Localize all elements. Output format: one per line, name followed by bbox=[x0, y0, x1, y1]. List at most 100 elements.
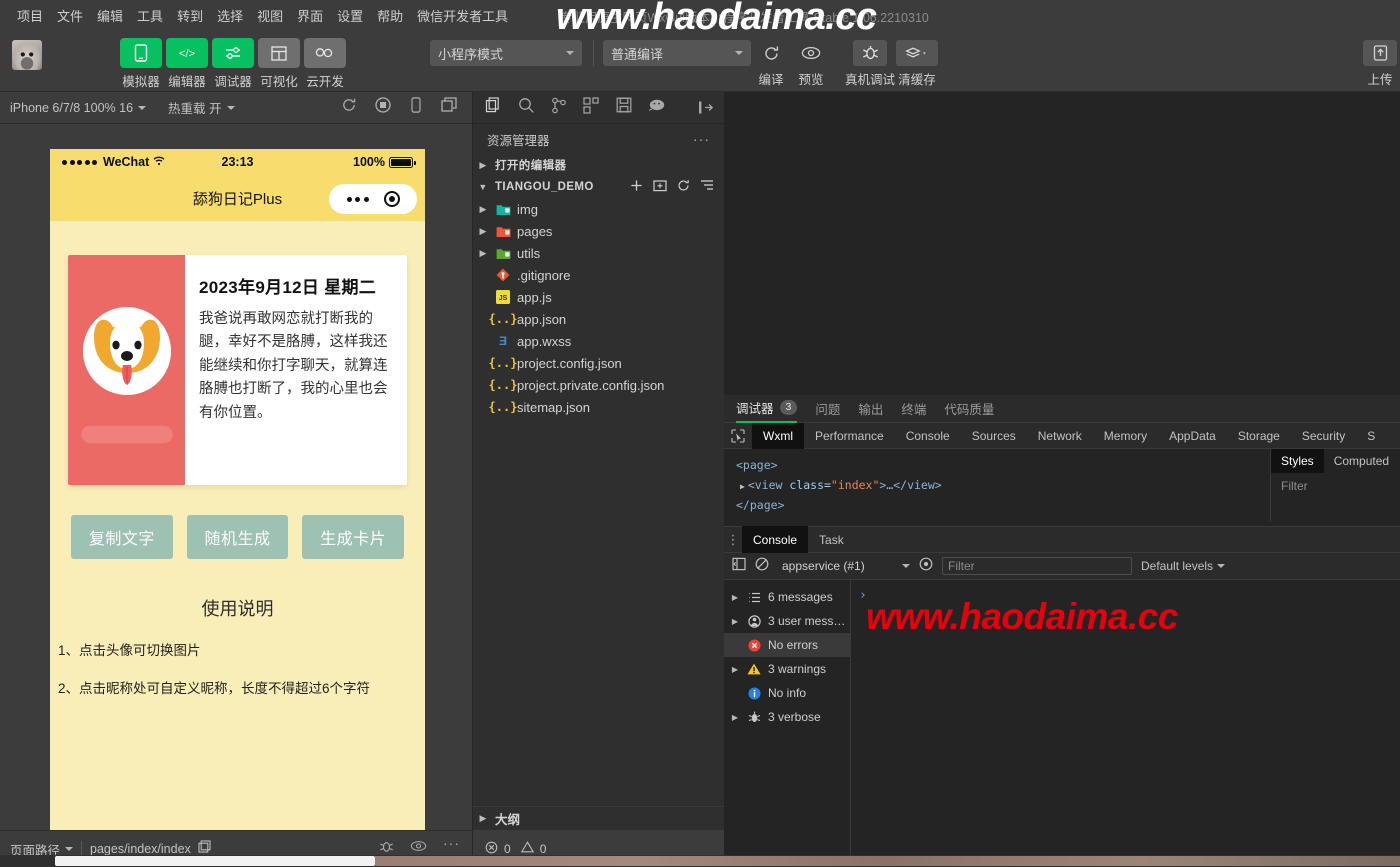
console-filter-row-0[interactable]: ▶ 6 messages bbox=[724, 585, 850, 609]
toolbtn-debugger[interactable]: 调试器 bbox=[212, 38, 254, 90]
source-control-icon[interactable] bbox=[551, 97, 567, 119]
menu-item-view[interactable]: 视图 bbox=[250, 2, 290, 29]
save-icon[interactable] bbox=[616, 97, 632, 118]
tree-item-pages[interactable]: ▶ pages bbox=[473, 220, 724, 242]
sim-windows-icon[interactable] bbox=[441, 97, 458, 118]
devtool-tab-appdata[interactable]: AppData bbox=[1158, 423, 1227, 449]
collapse-all-icon[interactable] bbox=[700, 179, 714, 195]
tree-item-utils[interactable]: ▶ utils bbox=[473, 242, 724, 264]
tab-console[interactable]: Console bbox=[742, 526, 809, 553]
bottom-scrollbar[interactable] bbox=[0, 855, 1400, 867]
console-context-select[interactable]: appservice (#1) bbox=[778, 559, 910, 573]
console-filter-row-5[interactable]: ▶ 3 verbose bbox=[724, 705, 850, 729]
console-filter-row-4[interactable]: No info bbox=[724, 681, 850, 705]
tab-task[interactable]: Task bbox=[808, 526, 855, 553]
close-target-icon[interactable] bbox=[383, 191, 400, 207]
menu-item-ui[interactable]: 界面 bbox=[290, 2, 330, 29]
toolbtn-cloud[interactable]: 云开发 bbox=[304, 38, 346, 90]
open-editors-section[interactable]: ▶ 打开的编辑器 bbox=[473, 154, 724, 176]
toolbtn-editor[interactable]: </> 编辑器 bbox=[166, 38, 208, 90]
hotreload-select[interactable]: 热重载 开 bbox=[168, 98, 235, 117]
console-filter-input[interactable] bbox=[942, 557, 1132, 575]
menu-item-edit[interactable]: 编辑 bbox=[90, 2, 130, 29]
clear-console-icon[interactable] bbox=[755, 557, 769, 576]
console-output[interactable]: › bbox=[851, 580, 1400, 867]
menu-item-tools[interactable]: 工具 bbox=[130, 2, 170, 29]
toolbtn-simulator[interactable]: 模拟器 bbox=[120, 38, 162, 90]
copy-text-button[interactable]: 复制文字 bbox=[71, 515, 173, 559]
tree-item-app-js[interactable]: JS app.js bbox=[473, 286, 724, 308]
preview-button[interactable]: 预览 bbox=[794, 40, 828, 88]
panel-tab-4[interactable]: 代码质量 bbox=[944, 395, 994, 423]
menu-item-file[interactable]: 文件 bbox=[50, 2, 90, 29]
tree-item-project-config-json[interactable]: {..} project.config.json bbox=[473, 352, 724, 374]
panel-tab-0[interactable]: 调试器 3 bbox=[736, 395, 798, 423]
devtool-tab-s[interactable]: S bbox=[1356, 423, 1386, 449]
realdevice-debug-button[interactable]: 真机调试 bbox=[845, 40, 895, 88]
devtool-tab-console[interactable]: Console bbox=[895, 423, 961, 449]
wechat-capsule-button[interactable] bbox=[329, 184, 417, 214]
menu-item-goto[interactable]: 转到 bbox=[170, 2, 210, 29]
tab-computed[interactable]: Computed bbox=[1324, 449, 1399, 473]
inspect-icon[interactable] bbox=[724, 428, 752, 443]
avatar[interactable] bbox=[12, 40, 42, 70]
tree-item-project-private-config-json[interactable]: {..} project.private.config.json bbox=[473, 374, 724, 396]
clearcache-button[interactable]: 清缓存 bbox=[896, 40, 938, 88]
panel-tab-3[interactable]: 终端 bbox=[901, 395, 926, 423]
compile-button[interactable]: 编译 bbox=[754, 40, 788, 88]
devtool-tab-security[interactable]: Security bbox=[1291, 423, 1356, 449]
mode-select[interactable]: 小程序模式 bbox=[430, 40, 582, 66]
refresh-icon[interactable] bbox=[677, 179, 690, 195]
devtool-tab-storage[interactable]: Storage bbox=[1227, 423, 1291, 449]
menu-item-settings[interactable]: 设置 bbox=[330, 2, 370, 29]
console-menu-icon[interactable]: ⋮ bbox=[724, 533, 742, 546]
collapse-icon[interactable] bbox=[698, 100, 724, 115]
toolbtn-visualize[interactable]: 可视化 bbox=[258, 38, 300, 90]
nickname-placeholder[interactable] bbox=[80, 425, 173, 444]
console-eye-icon[interactable] bbox=[919, 557, 933, 576]
scrollbar-thumb[interactable] bbox=[55, 856, 375, 866]
panel-tab-2[interactable]: 输出 bbox=[858, 395, 883, 423]
phone-preview[interactable]: WeChat 23:13 100% 舔狗日记Plus 2023年9月12日 星期… bbox=[50, 149, 425, 843]
devtool-tab-wxml[interactable]: Wxml bbox=[752, 422, 804, 449]
outline-section[interactable]: ▶ 大纲 bbox=[473, 806, 725, 830]
tree-item-app-json[interactable]: {..} app.json bbox=[473, 308, 724, 330]
console-filter-row-2[interactable]: No errors bbox=[724, 633, 850, 657]
device-select[interactable]: iPhone 6/7/8 100% 16 bbox=[10, 101, 147, 115]
tree-item-sitemap-json[interactable]: {..} sitemap.json bbox=[473, 396, 724, 418]
upload-button[interactable]: 上传 bbox=[1363, 40, 1397, 88]
new-file-icon[interactable] bbox=[630, 179, 643, 195]
new-folder-icon[interactable] bbox=[653, 179, 667, 195]
devtool-tab-network[interactable]: Network bbox=[1027, 423, 1093, 449]
menu-item-select[interactable]: 选择 bbox=[210, 2, 250, 29]
sim-refresh-icon[interactable] bbox=[341, 97, 357, 118]
devtool-tab-sources[interactable]: Sources bbox=[961, 423, 1027, 449]
sim-record-icon[interactable] bbox=[375, 97, 391, 118]
warning-count-icon[interactable] bbox=[520, 841, 534, 856]
console-filter-row-1[interactable]: ▶ 3 user mess… bbox=[724, 609, 850, 633]
doge-avatar[interactable] bbox=[82, 307, 171, 395]
search-icon[interactable] bbox=[518, 97, 535, 119]
panel-tab-1[interactable]: 问题 bbox=[815, 395, 840, 423]
tree-item-app-wxss[interactable]: Ǝ app.wxss bbox=[473, 330, 724, 352]
console-levels-select[interactable]: Default levels bbox=[1141, 559, 1226, 573]
console-filter-row-3[interactable]: ▶ 3 warnings bbox=[724, 657, 850, 681]
explorer-more-icon[interactable]: ··· bbox=[693, 131, 710, 147]
devtool-tab-memory[interactable]: Memory bbox=[1093, 423, 1158, 449]
files-icon[interactable] bbox=[485, 96, 502, 119]
sim-phone-icon[interactable] bbox=[409, 97, 423, 118]
devtool-tab-performance[interactable]: Performance bbox=[804, 423, 895, 449]
generate-card-button[interactable]: 生成卡片 bbox=[302, 515, 405, 559]
extensions-icon[interactable] bbox=[583, 96, 600, 119]
wechat-icon[interactable] bbox=[648, 98, 666, 117]
random-generate-button[interactable]: 随机生成 bbox=[186, 515, 289, 559]
menu-item-project[interactable]: 项目 bbox=[10, 2, 50, 29]
tree-item--gitignore[interactable]: .gitignore bbox=[473, 264, 724, 286]
compile-select[interactable]: 普通编译 bbox=[603, 40, 751, 66]
sidebar-toggle-icon[interactable] bbox=[732, 557, 746, 576]
tree-item-img[interactable]: ▶ img bbox=[473, 198, 724, 220]
more-dots-icon[interactable] bbox=[346, 196, 369, 202]
wxml-tree[interactable]: <page> ▶ <view class="index">…</view> </p… bbox=[724, 449, 1270, 521]
styles-filter-input[interactable]: Filter bbox=[1271, 473, 1400, 493]
menu-item-help[interactable]: 帮助 bbox=[370, 2, 410, 29]
